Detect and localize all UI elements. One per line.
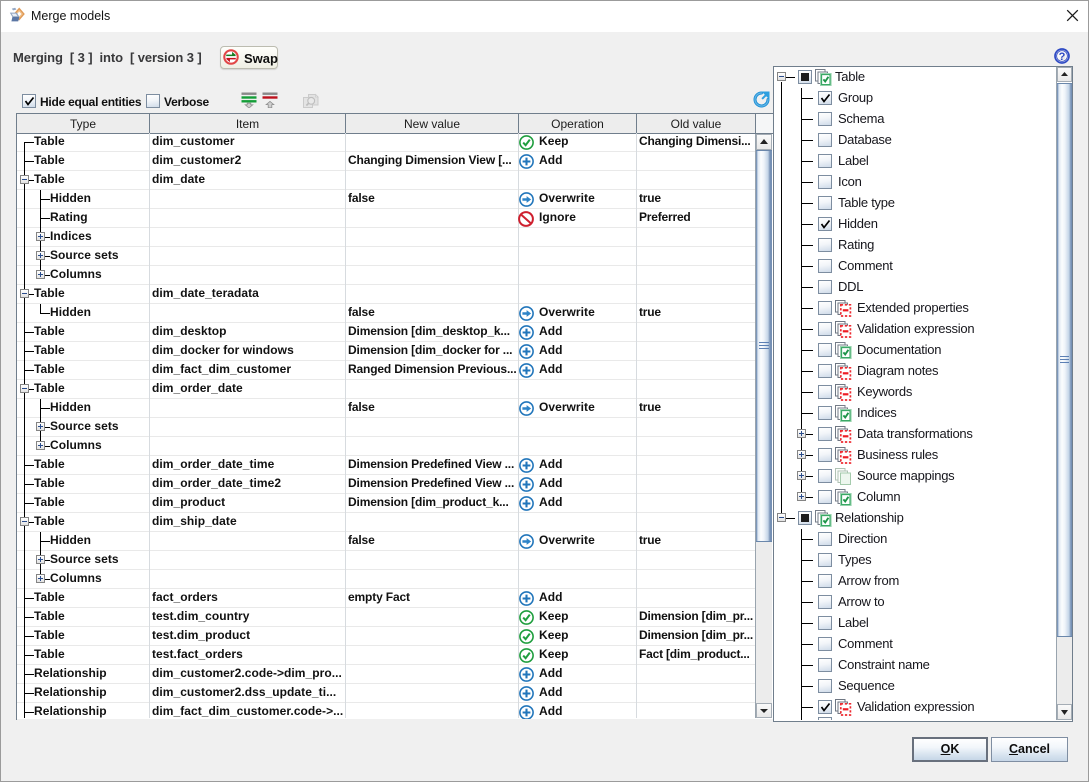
svg-text:?: ? bbox=[1059, 51, 1066, 63]
